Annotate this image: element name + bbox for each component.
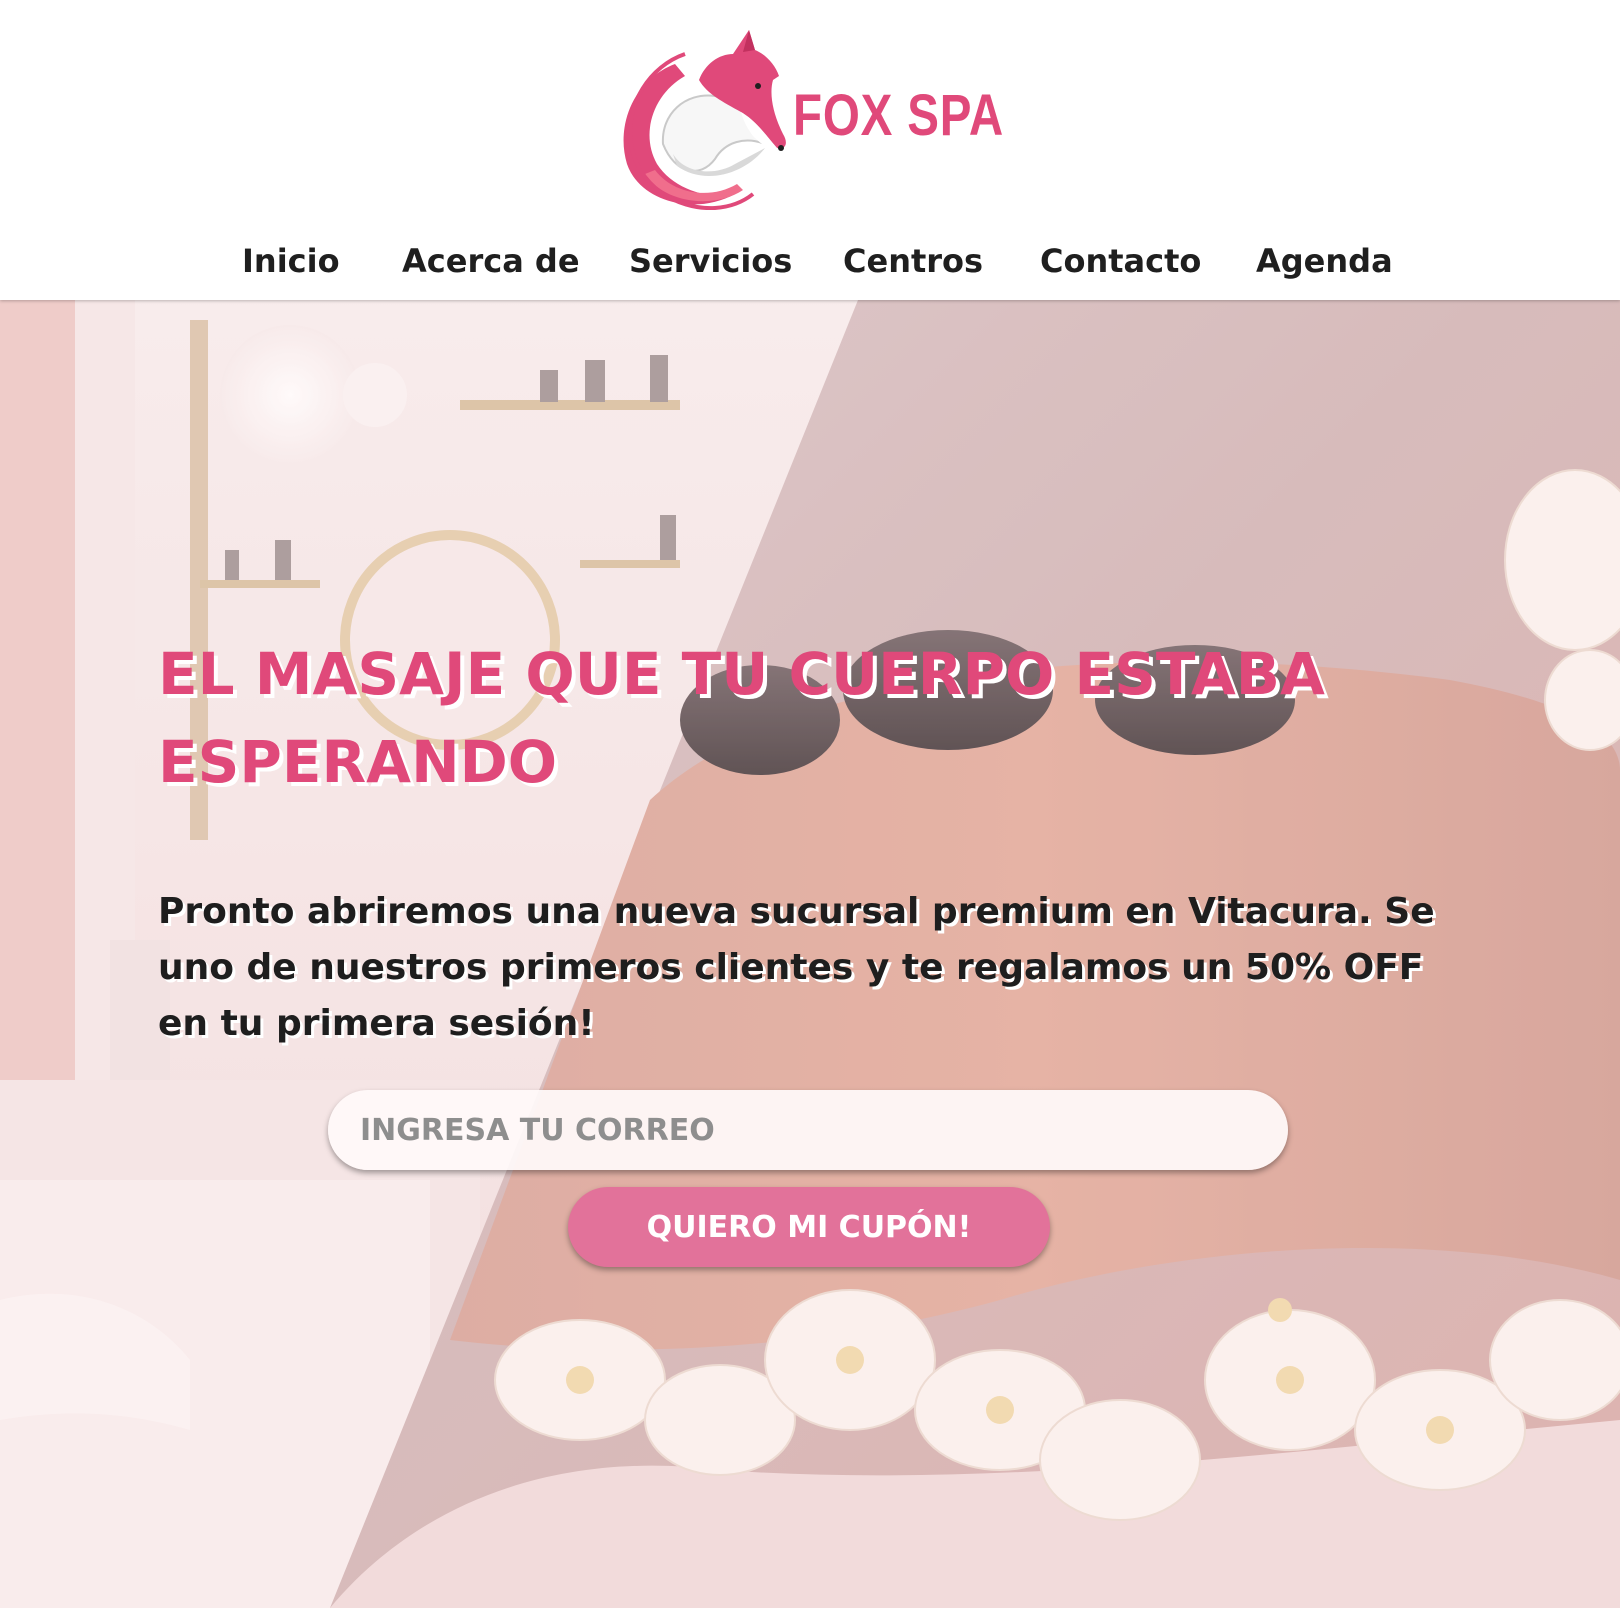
site-header: FOX SPA Inicio Acerca de Servicios Centr…: [0, 0, 1620, 300]
hero-section: EL MASAJE QUE TU CUERPO ESTABA ESPERANDO…: [0, 300, 1620, 1608]
brand-logo[interactable]: FOX SPA: [615, 24, 1005, 210]
nav-item-servicios[interactable]: Servicios: [629, 237, 792, 285]
nav-item-acerca-de[interactable]: Acerca de: [402, 237, 580, 285]
brand-name: FOX SPA: [793, 83, 1004, 148]
hero-description: Pronto abriremos una nueva sucursal prem…: [158, 891, 1435, 1044]
nav-item-contacto[interactable]: Contacto: [1040, 237, 1201, 285]
hero-title: EL MASAJE QUE TU CUERPO ESTABA ESPERANDO: [158, 640, 1325, 796]
nav-item-agenda[interactable]: Agenda: [1256, 237, 1393, 285]
main-nav: Inicio Acerca de Servicios Centros Conta…: [0, 237, 1620, 285]
coupon-button[interactable]: QUIERO MI CUPÓN!: [568, 1187, 1050, 1267]
nav-item-centros[interactable]: Centros: [843, 237, 983, 285]
nav-item-inicio[interactable]: Inicio: [242, 237, 340, 285]
fox-logo-icon: [623, 30, 786, 210]
email-input[interactable]: [328, 1090, 1288, 1170]
